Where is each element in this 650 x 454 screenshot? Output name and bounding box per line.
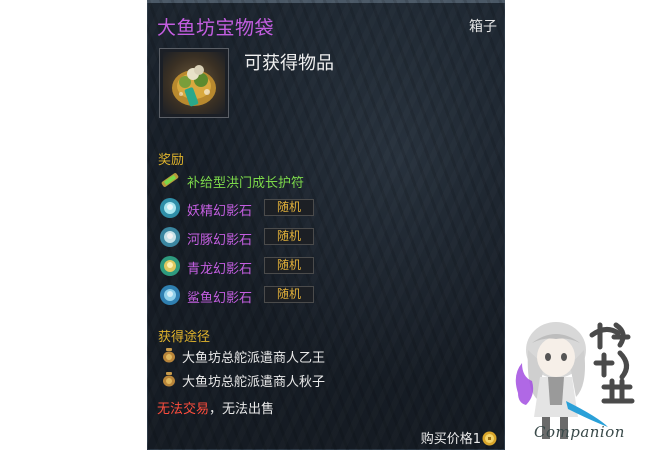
item-tooltip: 大鱼坊宝物袋 箱子 可获得物品 奖励 补给型洪门成长护符 妖精幻影石 随机 河豚… — [147, 0, 505, 450]
rewards-heading: 奖励 — [158, 153, 185, 168]
money-bag-icon — [162, 371, 176, 387]
reward-row[interactable]: 妖精幻影石 随机 — [159, 197, 489, 219]
random-badge: 随机 — [264, 228, 314, 245]
purchase-price: 购买价格1 — [421, 428, 497, 447]
reward-row[interactable]: 鲨鱼幻影石 随机 — [159, 284, 489, 306]
source-text: 大鱼坊总舵派遣商人秋子 — [182, 375, 326, 390]
phantom-stone-icon — [159, 255, 181, 277]
item-icon-frame — [159, 48, 229, 118]
random-badge: 随机 — [264, 286, 314, 303]
random-badge: 随机 — [264, 199, 314, 216]
scroll-talisman-icon — [159, 169, 181, 191]
obtainable-items-label: 可获得物品 — [244, 53, 334, 74]
price-label: 购买价格1 — [420, 432, 481, 447]
sources-heading: 获得途径 — [158, 330, 211, 345]
reward-name: 补给型洪门成长护符 — [187, 176, 305, 191]
phantom-stone-icon — [159, 226, 181, 248]
trade-separator: ， — [209, 402, 223, 417]
source-row[interactable]: 大鱼坊总舵派遣商人乙王 — [162, 346, 462, 366]
item-title: 大鱼坊宝物袋 — [157, 17, 275, 39]
reward-name: 鲨鱼幻影石 — [187, 291, 253, 306]
reward-row[interactable]: 补给型洪门成长护符 — [159, 169, 489, 191]
reward-name: 青龙幻影石 — [187, 262, 253, 277]
reward-name: 河豚幻影石 — [187, 233, 253, 248]
phantom-stone-icon — [159, 197, 181, 219]
untradeable-label: 无法交易 — [157, 402, 210, 417]
gold-coin-icon — [482, 431, 497, 446]
companion-label: Companion — [534, 423, 625, 441]
item-category: 箱子 — [469, 19, 497, 35]
unsellable-label: 无法出售 — [222, 402, 275, 417]
money-bag-icon — [162, 347, 176, 363]
phantom-stone-icon — [159, 284, 181, 306]
treasure-bag-icon — [163, 52, 225, 114]
source-text: 大鱼坊总舵派遣商人乙王 — [182, 351, 326, 366]
reward-row[interactable]: 青龙幻影石 随机 — [159, 255, 489, 277]
random-badge: 随机 — [264, 257, 314, 274]
source-row[interactable]: 大鱼坊总舵派遣商人秋子 — [162, 370, 462, 390]
reward-name: 妖精幻影石 — [187, 204, 253, 219]
trade-restriction: 无法交易，无法出售 — [157, 398, 274, 417]
reward-row[interactable]: 河豚幻影石 随机 — [159, 226, 489, 248]
